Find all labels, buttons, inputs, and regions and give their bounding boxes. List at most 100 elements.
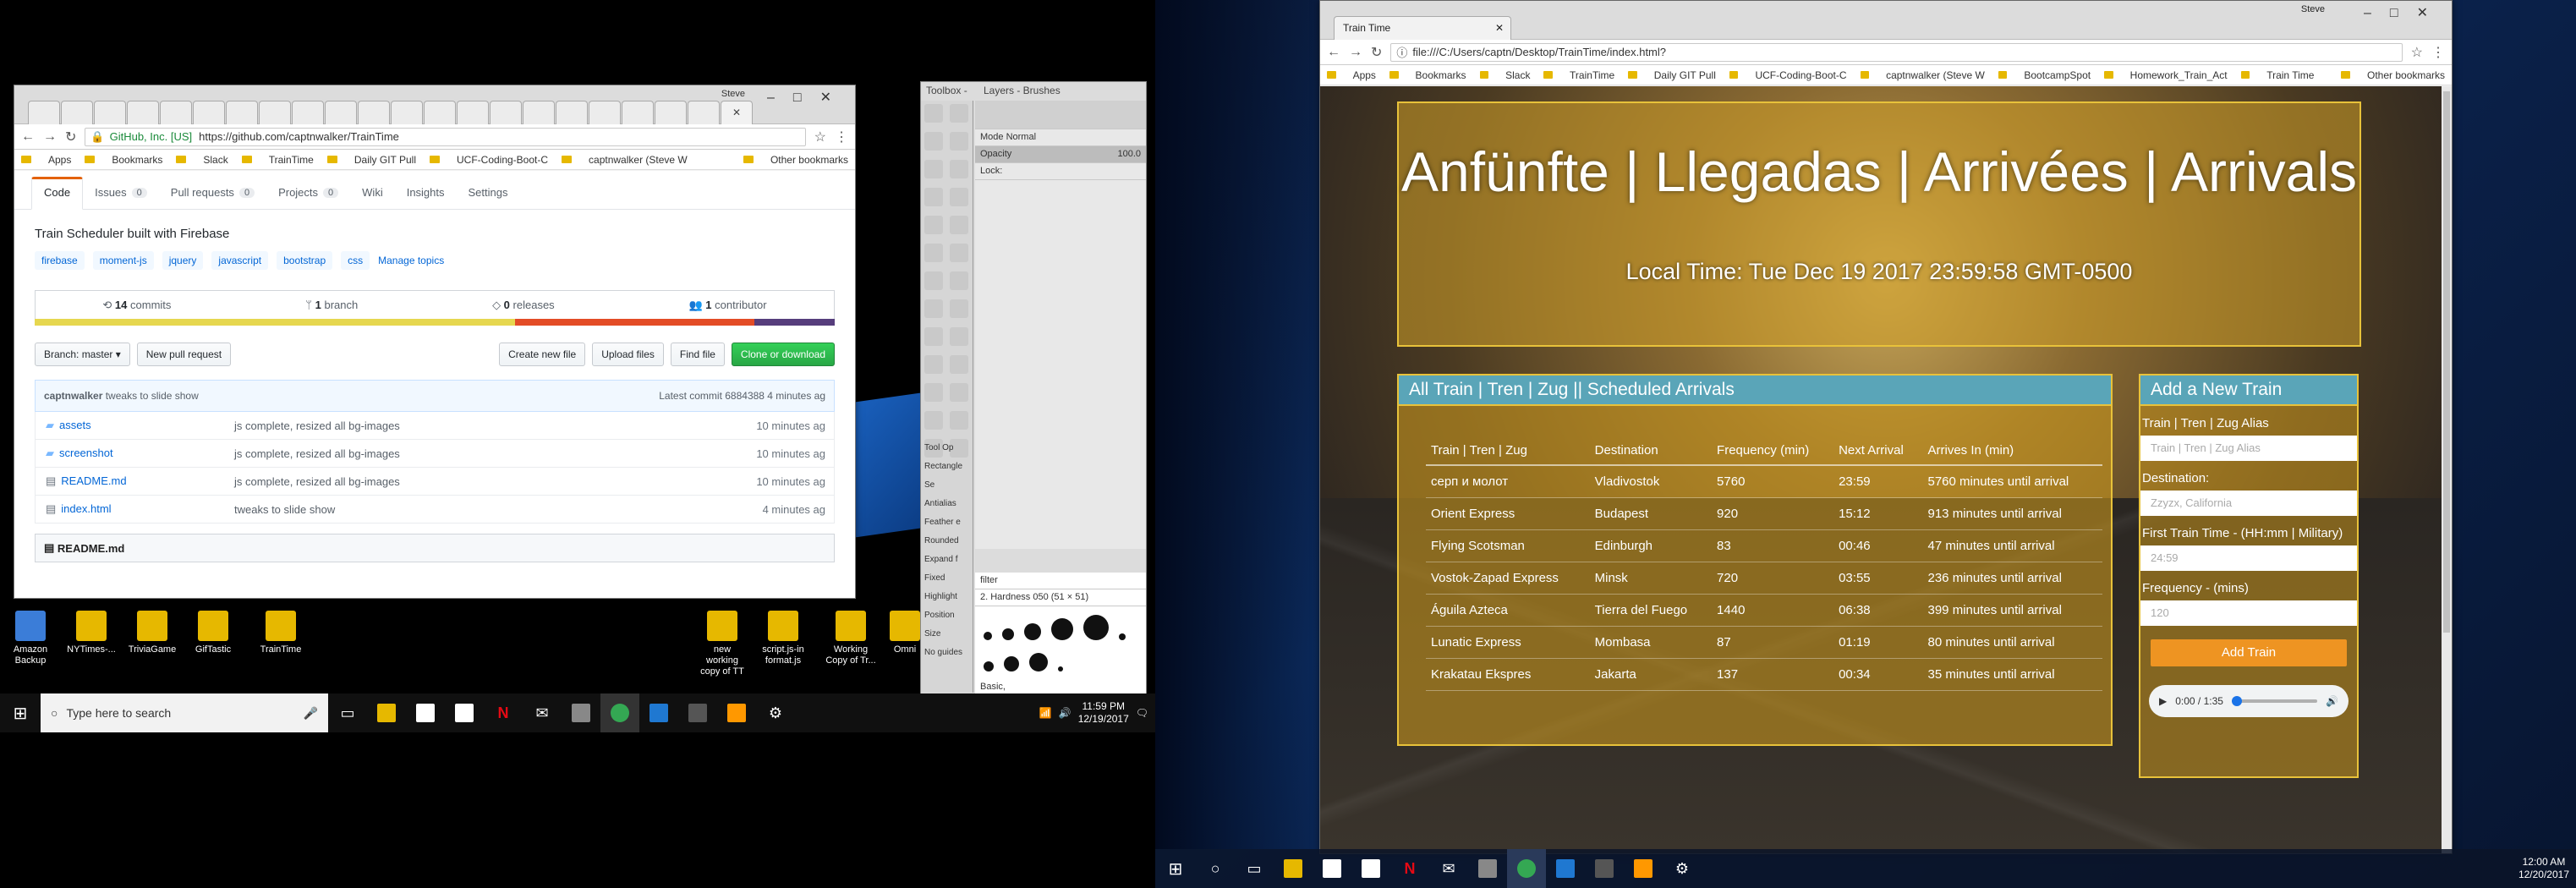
brush-swatch[interactable]	[1004, 656, 1019, 671]
bookmark-item[interactable]: captnwalker (Steve W	[589, 154, 688, 166]
browser-tab[interactable]	[292, 101, 324, 124]
network-icon[interactable]: 📶	[1039, 707, 1052, 719]
bookmark-item[interactable]: Apps	[48, 154, 71, 166]
vscode-icon[interactable]	[639, 693, 678, 732]
gimp-tool-icon[interactable]	[950, 160, 968, 178]
gimp-tool-icon[interactable]	[950, 132, 968, 151]
address-bar[interactable]: ⓘ file:///C:/Users/captn/Desktop/TrainTim…	[1390, 42, 2403, 62]
forward-icon[interactable]: →	[43, 129, 57, 145]
bookmark-item[interactable]: BootcampSpot	[2024, 69, 2091, 81]
opacity-row[interactable]: Opacity 100.0	[975, 146, 1146, 163]
bookmark-item[interactable]: Homework_Train_Act	[2130, 69, 2228, 81]
mail-icon[interactable]: ✉	[523, 693, 562, 732]
bookmark-item[interactable]: Daily GIT Pull	[1654, 69, 1716, 81]
manage-topics-link[interactable]: Manage topics	[378, 251, 444, 270]
mic-icon[interactable]: 🎤	[304, 706, 318, 721]
brush-swatch[interactable]	[1024, 623, 1041, 640]
window-controls[interactable]: –□✕	[2364, 4, 2447, 21]
gimp-tool-icon[interactable]	[950, 104, 968, 123]
file-commit-msg[interactable]: js complete, resized all bg-images	[234, 447, 741, 460]
bookmark-item[interactable]: Bookmarks	[1416, 69, 1466, 81]
browser-tab[interactable]	[622, 101, 654, 124]
gimp-tool-icon[interactable]	[924, 160, 943, 178]
terminal-icon[interactable]	[678, 693, 717, 732]
topic-tag[interactable]: jquery	[162, 251, 204, 270]
desktop-icon[interactable]: TrainTime	[255, 611, 306, 655]
mail-icon[interactable]: ✉	[1429, 849, 1468, 888]
task-view-icon[interactable]: ▭	[1235, 849, 1274, 888]
branch-link[interactable]: ᛘ 1 branch	[305, 299, 358, 311]
search-box[interactable]: ○ Type here to search 🎤	[41, 693, 328, 732]
file-commit-msg[interactable]: js complete, resized all bg-images	[234, 475, 741, 488]
browser-tab[interactable]	[424, 101, 456, 124]
mode-row[interactable]: Mode Normal	[975, 129, 1146, 146]
new-pr-button[interactable]: New pull request	[136, 343, 232, 366]
clock[interactable]: 12:00 AM 12/20/2017	[2518, 856, 2569, 881]
task-view-icon[interactable]: ▭	[328, 693, 367, 732]
browser-tab[interactable]	[28, 101, 60, 124]
upload-button[interactable]: Upload files	[592, 343, 664, 366]
menu-icon[interactable]: ⋮	[835, 129, 848, 145]
star-icon[interactable]: ☆	[814, 129, 826, 145]
netflix-icon[interactable]: N	[484, 693, 523, 732]
star-icon[interactable]: ☆	[2411, 44, 2423, 61]
create-file-button[interactable]: Create new file	[499, 343, 586, 366]
topic-tag[interactable]: moment-js	[92, 251, 154, 270]
desktop-icon[interactable]: Omni	[880, 611, 930, 655]
guides-select[interactable]: No guides	[924, 644, 973, 662]
volume-icon[interactable]: 🔊	[2326, 695, 2338, 707]
repo-tab-insights[interactable]: Insights	[395, 186, 457, 209]
file-name[interactable]: ▰ assets	[36, 419, 234, 432]
browser-tab[interactable]	[457, 101, 489, 124]
brush-swatch[interactable]	[984, 632, 992, 640]
gimp-tool-icon[interactable]	[924, 244, 943, 262]
tool-option-checkbox[interactable]: Rounded	[924, 532, 973, 551]
gimp-tool-icon[interactable]	[950, 411, 968, 430]
browser-tab[interactable]	[358, 101, 390, 124]
frequency-input[interactable]: 120	[2140, 600, 2357, 626]
repo-tab-wiki[interactable]: Wiki	[350, 186, 395, 209]
browser-tab[interactable]	[259, 101, 291, 124]
gimp-tool-icon[interactable]	[924, 355, 943, 374]
tool-option-checkbox[interactable]: Antialias	[924, 495, 973, 513]
reload-icon[interactable]: ↻	[1371, 44, 1382, 61]
add-train-button[interactable]: Add Train	[2151, 639, 2347, 666]
commits-link[interactable]: ⟲ 14 commits	[102, 299, 171, 312]
brush-swatch[interactable]	[984, 661, 994, 671]
repo-tab-code[interactable]: Code	[31, 177, 84, 210]
tool-option-checkbox[interactable]: Highlight	[924, 588, 973, 606]
browser-tab[interactable]	[61, 101, 93, 124]
brush-swatch[interactable]	[1051, 618, 1073, 640]
bookmark-item[interactable]: captnwalker (Steve W	[1886, 69, 1985, 81]
browser-tab[interactable]	[193, 101, 225, 124]
sublime-icon[interactable]	[1624, 849, 1663, 888]
address-bar[interactable]: 🔒 GitHub, Inc. [US] https://github.com/c…	[85, 127, 806, 146]
cortana-icon[interactable]: ○	[1196, 849, 1235, 888]
gimp-tool-icon[interactable]	[924, 104, 943, 123]
browser-tab[interactable]	[490, 101, 522, 124]
gimp-tool-icon[interactable]	[950, 299, 968, 318]
gimp-icon[interactable]	[1468, 849, 1507, 888]
gimp-tool-icon[interactable]	[924, 299, 943, 318]
bookmark-item[interactable]: TrainTime	[1570, 69, 1614, 81]
file-row[interactable]: ▤ README.md js complete, resized all bg-im…	[35, 468, 835, 496]
bookmark-item[interactable]: Train Time	[2266, 69, 2314, 81]
file-explorer-icon[interactable]	[1274, 849, 1313, 888]
browser-tab[interactable]	[325, 101, 357, 124]
dock-tabs[interactable]	[975, 101, 1146, 129]
sublime-icon[interactable]	[717, 693, 756, 732]
volume-icon[interactable]: 🔊	[1059, 707, 1072, 719]
chrome-icon[interactable]	[600, 693, 639, 732]
browser-tab[interactable]	[391, 101, 423, 124]
store-icon[interactable]	[1313, 849, 1351, 888]
releases-link[interactable]: ◇ 0 releases	[492, 299, 555, 312]
window-controls[interactable]: –□✕	[767, 89, 850, 106]
notification-icon[interactable]: 🗨	[1136, 707, 1148, 719]
file-row[interactable]: ▰ assets js complete, resized all bg-image…	[35, 412, 835, 440]
file-commit-msg[interactable]: js complete, resized all bg-images	[234, 419, 741, 432]
desktop-icon[interactable]: Working Copy of Tr...	[825, 611, 876, 666]
browser-tab[interactable]	[127, 101, 159, 124]
netflix-icon[interactable]: N	[1390, 849, 1429, 888]
train-name-input[interactable]: Train | Tren | Zug Alias	[2140, 436, 2357, 461]
clone-button[interactable]: Clone or download	[731, 343, 835, 366]
